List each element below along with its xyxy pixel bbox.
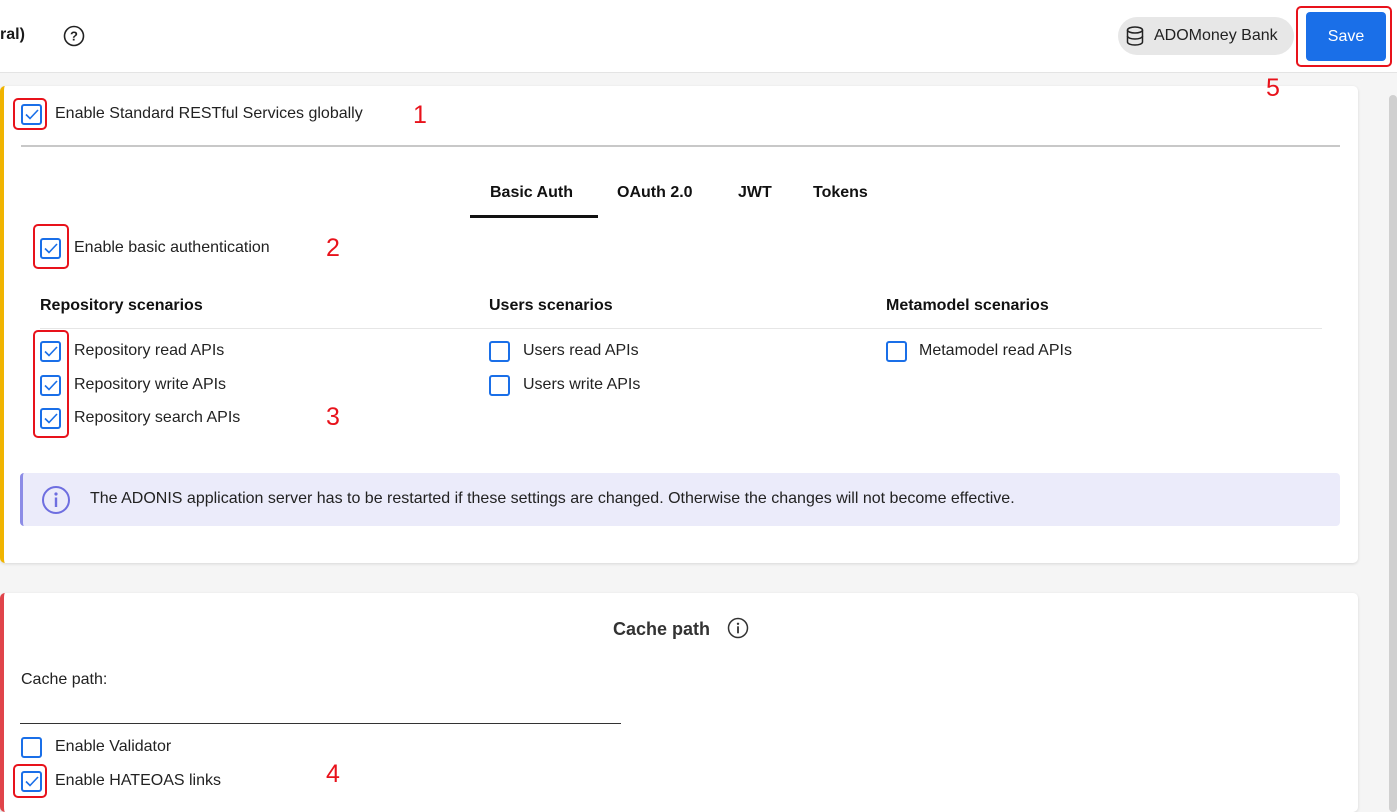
users-read-label: Users read APIs <box>523 342 639 359</box>
enable-validator-checkbox[interactable] <box>21 737 42 758</box>
cache-path-input-underline <box>20 723 621 724</box>
checkmark-icon <box>25 776 39 787</box>
repository-selector[interactable]: ADOMoney Bank <box>1118 17 1294 55</box>
checkmark-icon <box>25 109 39 120</box>
annotation-number: 5 <box>1266 74 1280 102</box>
tab-jwt[interactable]: JWT <box>738 184 772 202</box>
repository-search-checkbox[interactable] <box>40 408 61 429</box>
repository-write-checkbox[interactable] <box>40 375 61 396</box>
annotation-number: 2 <box>326 234 340 262</box>
enable-rest-global-checkbox[interactable] <box>21 104 42 125</box>
tab-tokens[interactable]: Tokens <box>813 184 868 202</box>
checkmark-icon <box>44 346 58 357</box>
repository-name: ADOMoney Bank <box>1154 27 1278 44</box>
active-tab-indicator <box>470 215 598 218</box>
cache-path-input[interactable] <box>20 700 621 722</box>
enable-basic-auth-label: Enable basic authentication <box>74 239 270 256</box>
info-icon <box>42 486 70 514</box>
users-write-checkbox[interactable] <box>489 375 510 396</box>
metamodel-read-label: Metamodel read APIs <box>919 342 1072 359</box>
annotation-number: 4 <box>326 760 340 788</box>
divider <box>21 145 1340 147</box>
top-bar: ral) ? ADOMoney Bank Save <box>0 0 1397 73</box>
page-title: ral) <box>0 26 25 43</box>
svg-text:?: ? <box>70 29 78 44</box>
save-button[interactable]: Save <box>1306 12 1386 61</box>
repository-write-label: Repository write APIs <box>74 376 227 393</box>
database-icon <box>1126 26 1144 46</box>
repository-read-checkbox[interactable] <box>40 341 61 362</box>
checkmark-icon <box>44 380 58 391</box>
metamodel-scenarios-heading: Metamodel scenarios <box>886 297 1049 314</box>
enable-basic-auth-checkbox[interactable] <box>40 238 61 259</box>
annotation-number: 1 <box>413 101 427 129</box>
cache-path-label: Cache path: <box>21 671 108 688</box>
restart-info-text: The ADONIS application server has to be … <box>90 490 1015 507</box>
info-icon[interactable] <box>727 617 749 639</box>
section-divider <box>40 328 1322 329</box>
users-read-checkbox[interactable] <box>489 341 510 362</box>
users-scenarios-heading: Users scenarios <box>489 297 613 314</box>
help-icon[interactable]: ? <box>63 25 85 47</box>
enable-rest-global-label: Enable Standard RESTful Services globall… <box>55 105 363 122</box>
checkmark-icon <box>44 243 58 254</box>
annotation-number: 3 <box>326 403 340 431</box>
repository-search-label: Repository search APIs <box>74 409 241 426</box>
tab-oauth[interactable]: OAuth 2.0 <box>617 184 693 202</box>
scrollbar[interactable] <box>1389 95 1397 812</box>
restart-info-banner: The ADONIS application server has to be … <box>20 473 1340 526</box>
enable-hateoas-checkbox[interactable] <box>21 771 42 792</box>
checkmark-icon <box>44 413 58 424</box>
users-write-label: Users write APIs <box>523 376 641 393</box>
metamodel-read-checkbox[interactable] <box>886 341 907 362</box>
repository-read-label: Repository read APIs <box>74 342 225 359</box>
tab-basic-auth[interactable]: Basic Auth <box>490 184 573 202</box>
enable-hateoas-label: Enable HATEOAS links <box>55 772 221 789</box>
cache-path-title: Cache path <box>613 619 711 639</box>
enable-validator-label: Enable Validator <box>55 738 172 755</box>
repository-scenarios-heading: Repository scenarios <box>40 297 203 314</box>
